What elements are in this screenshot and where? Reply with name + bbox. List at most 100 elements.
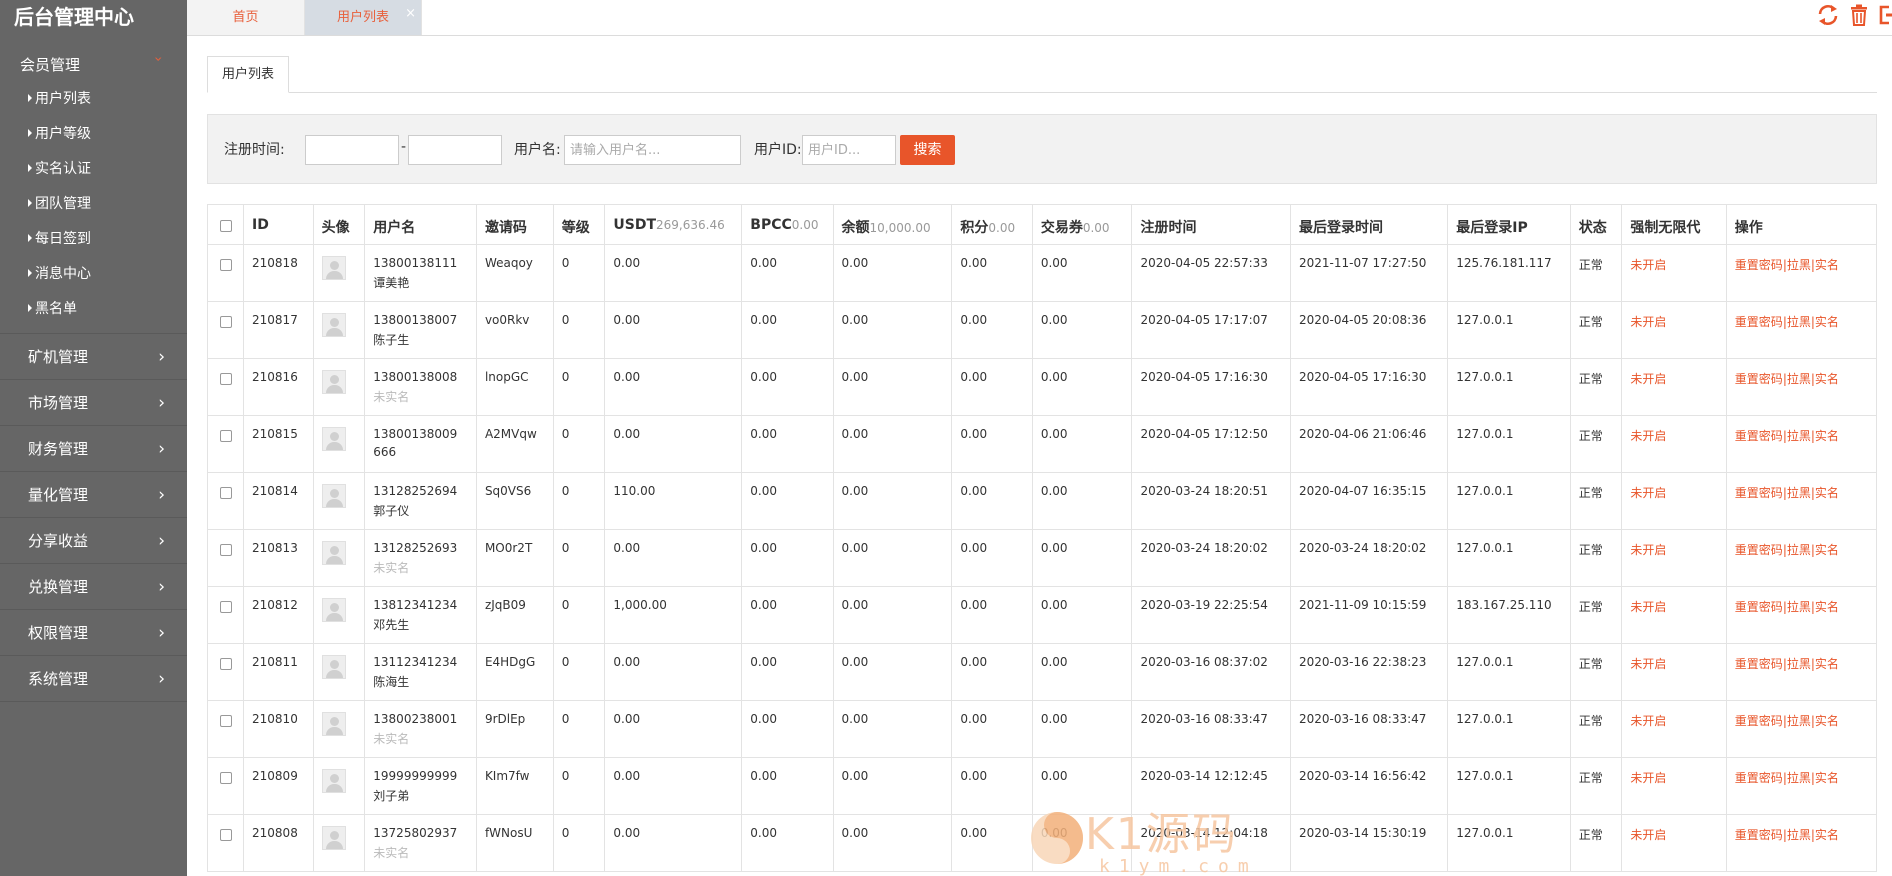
cell-status: 正常 [1569, 757, 1623, 815]
reset-password-link[interactable]: 重置密码 [1735, 315, 1783, 329]
reset-password-link[interactable]: 重置密码 [1735, 771, 1783, 785]
realname-link[interactable]: 实名 [1815, 543, 1839, 557]
userid-input[interactable] [802, 135, 896, 165]
block-link[interactable]: 拉黑 [1787, 771, 1811, 785]
reset-password-link[interactable]: 重置密码 [1735, 828, 1783, 842]
sidebar-group-share[interactable]: 分享收益 › [0, 518, 187, 564]
row-checkbox[interactable] [219, 772, 232, 784]
cell-ops: 重置密码|拉黑|实名 [1725, 244, 1877, 302]
reset-password-link[interactable]: 重置密码 [1735, 714, 1783, 728]
block-link[interactable]: 拉黑 [1787, 600, 1811, 614]
block-link[interactable]: 拉黑 [1787, 543, 1811, 557]
row-checkbox[interactable] [219, 544, 232, 556]
block-link[interactable]: 拉黑 [1787, 657, 1811, 671]
reset-password-link[interactable]: 重置密码 [1735, 657, 1783, 671]
row-checkbox[interactable] [219, 373, 232, 385]
row-checkbox[interactable] [219, 829, 232, 841]
username-input[interactable] [564, 135, 741, 165]
sidebar-item-user-list[interactable]: 用户列表 [0, 82, 187, 117]
cell-level: 0 [552, 472, 606, 530]
cell-avatar [312, 301, 366, 359]
sidebar-item-checkin[interactable]: 每日签到 [0, 222, 187, 257]
cell-status: 正常 [1569, 358, 1623, 416]
block-link[interactable]: 拉黑 [1787, 828, 1811, 842]
search-button[interactable]: 搜索 [900, 135, 955, 165]
cell-level: 0 [552, 358, 606, 416]
reset-password-link[interactable]: 重置密码 [1735, 600, 1783, 614]
col-bpcc: BPCC0.00 [741, 204, 834, 245]
tab-user-list[interactable]: 用户列表 × [305, 0, 422, 35]
cell-avatar [312, 700, 366, 758]
sidebar-group-label: 矿机管理 [28, 348, 89, 366]
realname-link[interactable]: 实名 [1815, 372, 1839, 386]
reset-password-link[interactable]: 重置密码 [1735, 429, 1783, 443]
block-link[interactable]: 拉黑 [1787, 714, 1811, 728]
row-checkbox[interactable] [219, 430, 232, 442]
realname-link[interactable]: 实名 [1815, 429, 1839, 443]
chevron-right-icon: › [158, 439, 165, 459]
row-checkbox[interactable] [219, 316, 232, 328]
row-checkbox[interactable] [219, 715, 232, 727]
col-username: 用户名 [364, 204, 477, 245]
sidebar-group-system[interactable]: 系统管理 › [0, 656, 187, 702]
row-select-cell [207, 358, 245, 416]
sidebar-item-realname[interactable]: 实名认证 [0, 152, 187, 187]
block-link[interactable]: 拉黑 [1787, 372, 1811, 386]
block-link[interactable]: 拉黑 [1787, 315, 1811, 329]
row-checkbox[interactable] [219, 601, 232, 613]
table-row: 210816 13800138008 未实名 lnopGC 0 0.00 0.00 0.00 0… [207, 358, 1877, 416]
realname-link[interactable]: 实名 [1815, 828, 1839, 842]
sidebar-item-messages[interactable]: 消息中心 [0, 257, 187, 292]
sidebar-group-market[interactable]: 市场管理 › [0, 380, 187, 426]
reset-password-link[interactable]: 重置密码 [1735, 372, 1783, 386]
table-row: 210813 13128252693 未实名 MO0r2T 0 0.00 0.00 0.00 0… [207, 529, 1877, 587]
sidebar-group-miner[interactable]: 矿机管理 › [0, 334, 187, 380]
cell-reg-time: 2020-03-16 08:33:47 [1131, 700, 1291, 758]
panel-tab-user-list[interactable]: 用户列表 [207, 56, 289, 93]
close-icon[interactable]: × [405, 0, 416, 31]
cell-voucher: 0.00 [1031, 301, 1133, 359]
reset-password-link[interactable]: 重置密码 [1735, 543, 1783, 557]
cell-level: 0 [552, 529, 606, 587]
cell-last-login: 2021-11-09 10:15:59 [1289, 586, 1449, 644]
block-link[interactable]: 拉黑 [1787, 258, 1811, 272]
reg-time-start-input[interactable] [305, 135, 399, 165]
sidebar-item-team[interactable]: 团队管理 [0, 187, 187, 222]
sidebar-item-user-level[interactable]: 用户等级 [0, 117, 187, 152]
row-checkbox[interactable] [219, 259, 232, 271]
realname-link[interactable]: 实名 [1815, 486, 1839, 500]
sidebar-item-label: 实名认证 [35, 161, 91, 177]
select-all-cell [207, 204, 245, 245]
tab-label: 用户列表 [336, 10, 389, 25]
trash-icon[interactable] [1847, 2, 1871, 28]
row-checkbox[interactable] [219, 487, 232, 499]
cell-usdt: 0.00 [604, 814, 743, 872]
refresh-icon[interactable] [1816, 2, 1840, 28]
sidebar-group-exchange[interactable]: 兑换管理 › [0, 564, 187, 610]
sidebar-item-blacklist[interactable]: 黑名单 [0, 292, 187, 327]
cell-ops: 重置密码|拉黑|实名 [1725, 814, 1877, 872]
sidebar-group-finance[interactable]: 财务管理 › [0, 426, 187, 472]
sidebar-group-permission[interactable]: 权限管理 › [0, 610, 187, 656]
block-link[interactable]: 拉黑 [1787, 429, 1811, 443]
realname-link[interactable]: 实名 [1815, 600, 1839, 614]
reset-password-link[interactable]: 重置密码 [1735, 486, 1783, 500]
sidebar-group-quant[interactable]: 量化管理 › [0, 472, 187, 518]
realname-link[interactable]: 实名 [1815, 657, 1839, 671]
tab-home[interactable]: 首页 [187, 0, 305, 35]
realname-link[interactable]: 实名 [1815, 714, 1839, 728]
block-link[interactable]: 拉黑 [1787, 486, 1811, 500]
reg-time-end-input[interactable] [408, 135, 502, 165]
realname-link[interactable]: 实名 [1815, 258, 1839, 272]
cell-points: 0.00 [951, 244, 1033, 302]
row-checkbox[interactable] [219, 658, 232, 670]
realname-link[interactable]: 实名 [1815, 315, 1839, 329]
cell-usdt: 0.00 [604, 700, 743, 758]
sidebar-group-members[interactable]: 会员管理 › [0, 38, 187, 82]
select-all-checkbox[interactable] [219, 220, 232, 232]
cell-reg-time: 2020-03-14 12:12:45 [1131, 757, 1291, 815]
reset-password-link[interactable]: 重置密码 [1735, 258, 1783, 272]
realname-link[interactable]: 实名 [1815, 771, 1839, 785]
logout-icon[interactable] [1878, 2, 1892, 28]
cell-balance: 0.00 [832, 472, 953, 530]
